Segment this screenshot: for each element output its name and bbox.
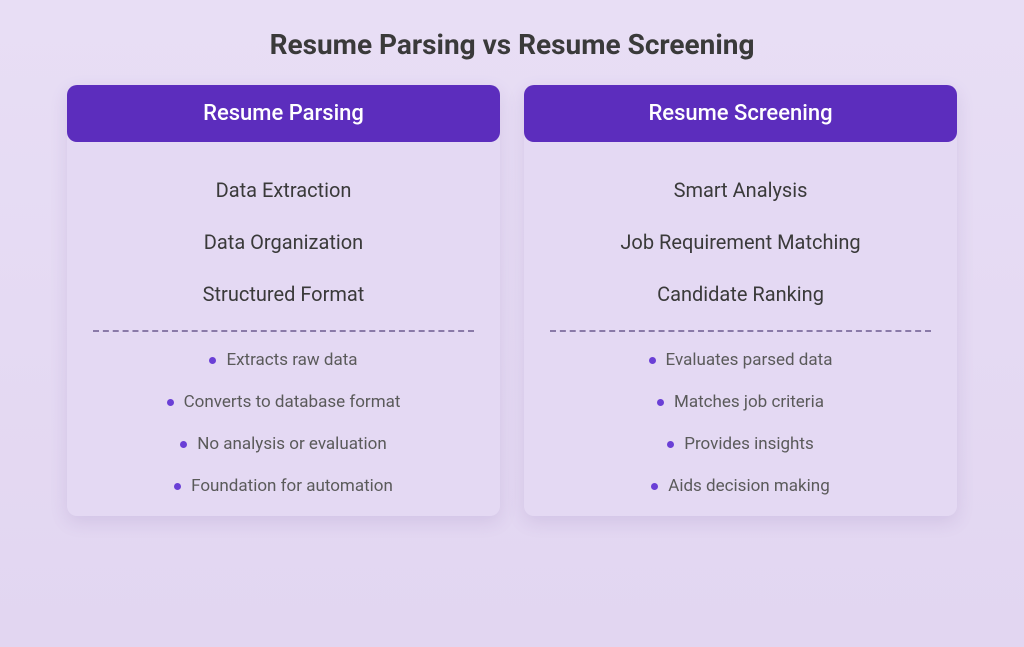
- columns-row: Resume Parsing Data Extraction Data Orga…: [67, 85, 957, 516]
- list-item: Extracts raw data: [209, 350, 357, 370]
- screening-feature: Job Requirement Matching: [620, 230, 860, 254]
- parsing-bullets: Extracts raw data Converts to database f…: [167, 350, 401, 496]
- list-item: Provides insights: [667, 434, 814, 454]
- bullet-icon: [167, 399, 174, 406]
- screening-card-body: Smart Analysis Job Requirement Matching …: [524, 142, 957, 516]
- parsing-feature: Data Extraction: [216, 178, 352, 202]
- bullet-text: Foundation for automation: [191, 476, 393, 496]
- divider: [93, 330, 474, 332]
- list-item: Matches job criteria: [657, 392, 824, 412]
- screening-card: Resume Screening Smart Analysis Job Requ…: [524, 85, 957, 516]
- bullet-icon: [651, 483, 658, 490]
- list-item: Foundation for automation: [174, 476, 393, 496]
- parsing-card-header: Resume Parsing: [67, 85, 500, 142]
- screening-feature: Candidate Ranking: [657, 282, 824, 306]
- list-item: Evaluates parsed data: [649, 350, 833, 370]
- bullet-text: No analysis or evaluation: [197, 434, 386, 454]
- screening-card-header: Resume Screening: [524, 85, 957, 142]
- bullet-text: Provides insights: [684, 434, 814, 454]
- bullet-icon: [667, 441, 674, 448]
- bullet-icon: [649, 357, 656, 364]
- bullet-icon: [174, 483, 181, 490]
- screening-bullets: Evaluates parsed data Matches job criter…: [649, 350, 833, 496]
- bullet-icon: [657, 399, 664, 406]
- bullet-text: Aids decision making: [668, 476, 829, 496]
- page-title: Resume Parsing vs Resume Screening: [270, 28, 755, 61]
- list-item: Aids decision making: [651, 476, 829, 496]
- parsing-feature: Structured Format: [203, 282, 365, 306]
- bullet-icon: [180, 441, 187, 448]
- bullet-text: Converts to database format: [184, 392, 401, 412]
- divider: [550, 330, 931, 332]
- parsing-card: Resume Parsing Data Extraction Data Orga…: [67, 85, 500, 516]
- list-item: No analysis or evaluation: [180, 434, 386, 454]
- bullet-icon: [209, 357, 216, 364]
- parsing-card-body: Data Extraction Data Organization Struct…: [67, 142, 500, 516]
- bullet-text: Matches job criteria: [674, 392, 824, 412]
- bullet-text: Evaluates parsed data: [666, 350, 833, 370]
- bullet-text: Extracts raw data: [226, 350, 357, 370]
- parsing-feature: Data Organization: [204, 230, 363, 254]
- list-item: Converts to database format: [167, 392, 401, 412]
- page-container: Resume Parsing vs Resume Screening Resum…: [0, 0, 1024, 647]
- screening-feature: Smart Analysis: [674, 178, 808, 202]
